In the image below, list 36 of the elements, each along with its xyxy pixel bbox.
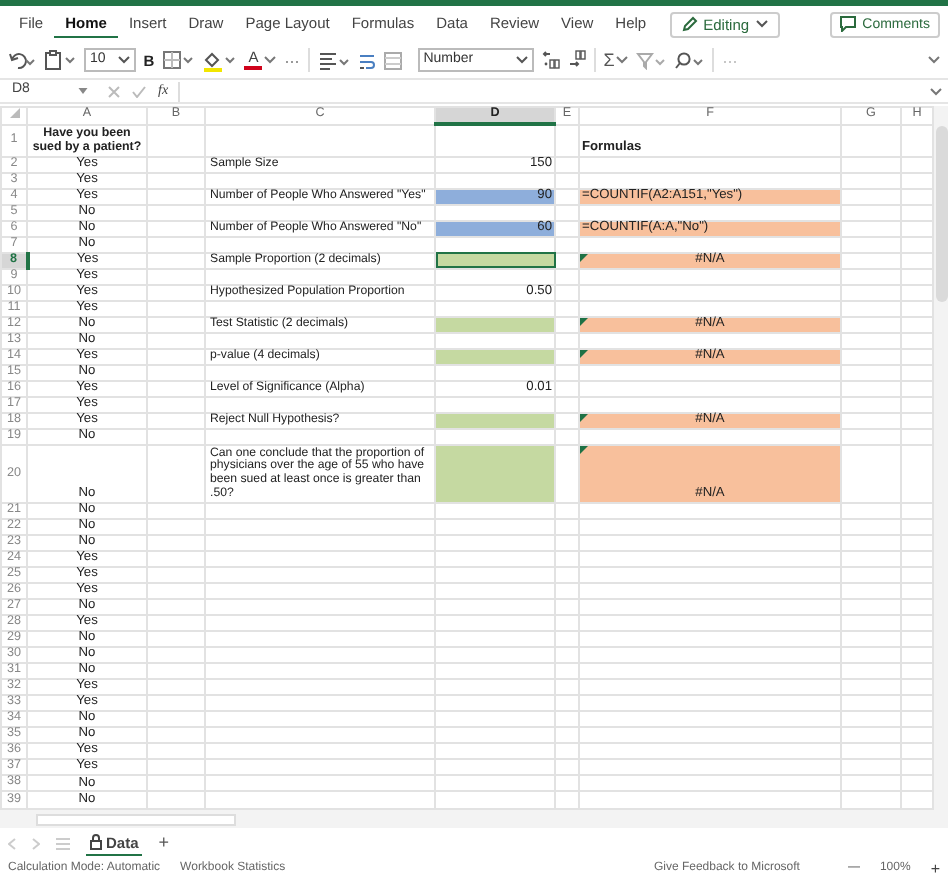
caret-icon [755,20,768,28]
search-icon[interactable] [674,51,705,69]
merge-icon[interactable] [383,51,402,69]
undo-button[interactable] [8,51,36,69]
error-indicator-icon[interactable] [580,317,588,326]
decrease-decimal-icon[interactable] [567,50,586,70]
caret-icon [117,56,130,64]
error-indicator-icon[interactable] [580,414,588,423]
chevron-down-icon[interactable] [928,56,940,64]
horizontal-scrollbar[interactable] [0,810,948,828]
filled-cell[interactable] [435,252,555,269]
check-icon[interactable] [132,85,146,97]
borders-button[interactable] [162,50,195,70]
paste-button[interactable] [44,50,76,70]
fill-color-button[interactable] [202,49,237,71]
autosum-button[interactable]: Σ [603,51,629,69]
increase-decimal-icon[interactable] [541,50,560,70]
align-button[interactable] [317,51,350,69]
select-all-icon[interactable] [9,108,19,119]
lock-icon [90,834,102,850]
error-indicator-icon[interactable] [580,349,588,358]
error-indicator-icon[interactable] [580,253,588,262]
vertical-scrollbar[interactable] [934,106,948,810]
comment-icon [840,16,857,32]
error-indicator-icon[interactable] [580,446,588,455]
filled-cell[interactable] [435,445,555,504]
wrap-text-icon[interactable] [357,51,376,69]
caret-icon [616,56,629,64]
chevron-down-icon[interactable] [930,87,942,95]
zoom-in-button[interactable]: + [930,859,940,876]
cancel-icon[interactable] [108,85,120,97]
caret-icon [264,56,277,64]
add-sheet-button[interactable]: + [158,834,170,852]
pencil-icon [681,16,698,32]
caret-icon [78,88,88,94]
caret-icon [515,56,528,64]
